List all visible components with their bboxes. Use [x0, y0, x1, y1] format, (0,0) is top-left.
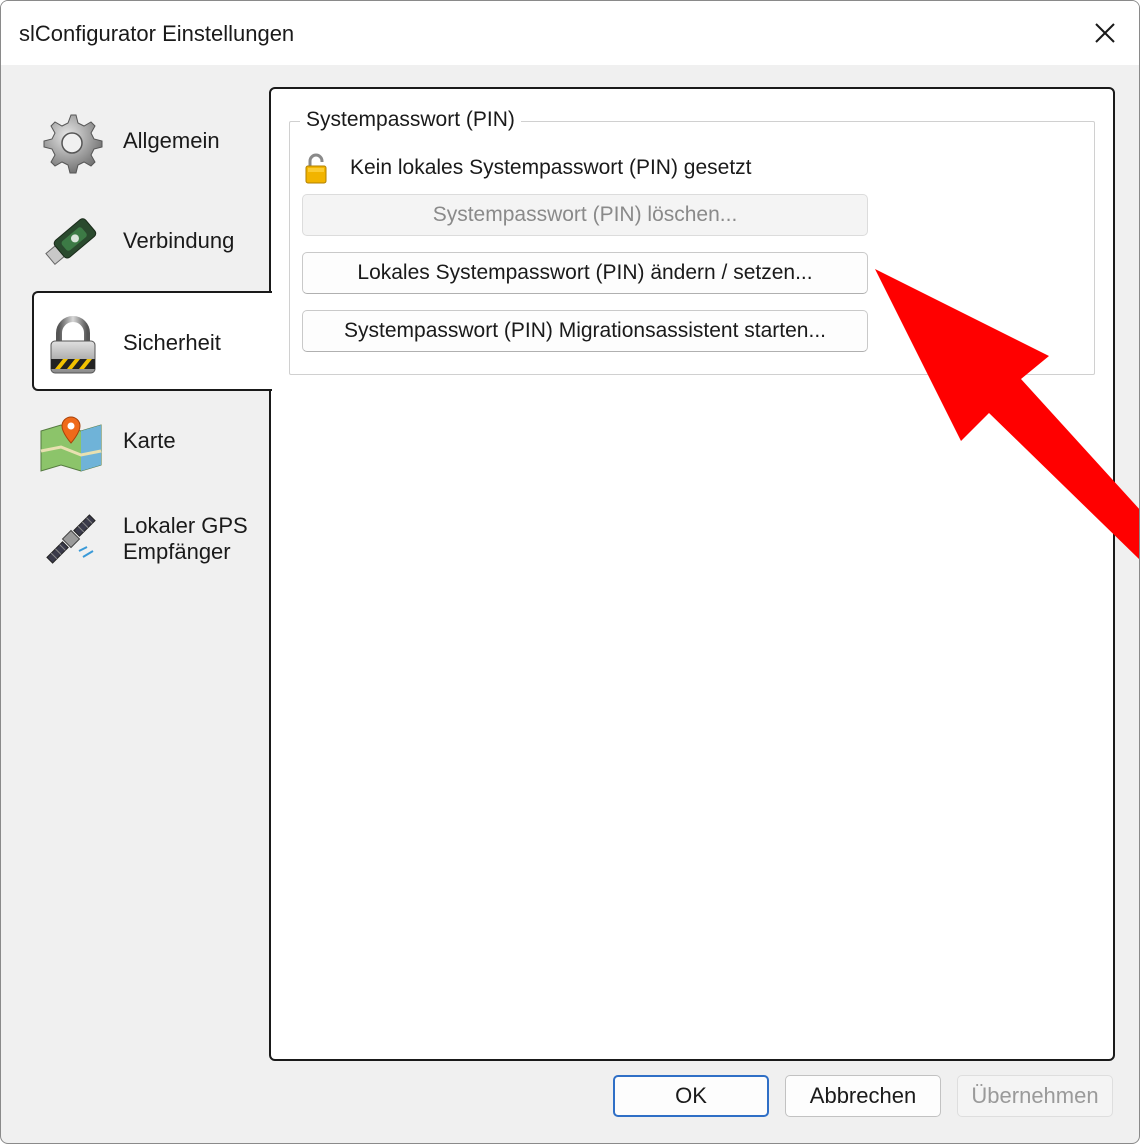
- groupbox-title: Systempasswort (PIN): [300, 108, 521, 132]
- close-button[interactable]: [1087, 15, 1123, 51]
- ok-button[interactable]: OK: [613, 1075, 769, 1117]
- set-pin-button[interactable]: Lokales Systempasswort (PIN) ändern / se…: [302, 252, 868, 294]
- close-icon: [1095, 23, 1115, 43]
- delete-pin-button[interactable]: Systempasswort (PIN) löschen...: [302, 194, 868, 236]
- red-arrow-annotation: [875, 269, 1139, 560]
- cancel-button[interactable]: Abbrechen: [785, 1075, 941, 1117]
- title-bar: slConfigurator Einstellungen: [1, 1, 1139, 65]
- sidebar-item-label: Allgemein: [123, 128, 220, 153]
- sidebar-item-label: Karte: [123, 428, 176, 453]
- map-icon: [40, 416, 102, 472]
- pin-migration-button[interactable]: Systempasswort (PIN) Migrationsassistent…: [302, 310, 868, 352]
- open-lock-icon: [305, 153, 327, 184]
- sidebar-item-label: Verbindung: [123, 228, 235, 253]
- satellite-icon: [46, 514, 96, 564]
- sidebar-item-karte[interactable]: Karte: [1, 391, 271, 491]
- padlock-icon: [50, 316, 96, 374]
- window-title: slConfigurator Einstellungen: [19, 21, 295, 46]
- pin-status-text: Kein lokales Systempasswort (PIN) gesetz…: [350, 156, 752, 179]
- sidebar-item-lokaler-gps-empfaenger[interactable]: Lokaler GPS Empfänger: [1, 491, 271, 591]
- sidebar-item-sicherheit[interactable]: Sicherheit: [32, 291, 272, 391]
- sidebar-item-label: Sicherheit: [123, 330, 221, 355]
- gear-icon: [43, 114, 103, 174]
- sidebar-item-label-line2: Empfänger: [123, 539, 231, 564]
- sidebar-item-verbindung[interactable]: Verbindung: [1, 191, 271, 291]
- usb-stick-icon: [45, 218, 97, 266]
- sidebar-item-allgemein[interactable]: Allgemein: [1, 91, 271, 191]
- sidebar-item-label-line1: Lokaler GPS: [123, 513, 248, 538]
- apply-button[interactable]: Übernehmen: [957, 1075, 1113, 1117]
- settings-dialog: slConfigurator Einstellungen Allgemein V…: [0, 0, 1140, 1144]
